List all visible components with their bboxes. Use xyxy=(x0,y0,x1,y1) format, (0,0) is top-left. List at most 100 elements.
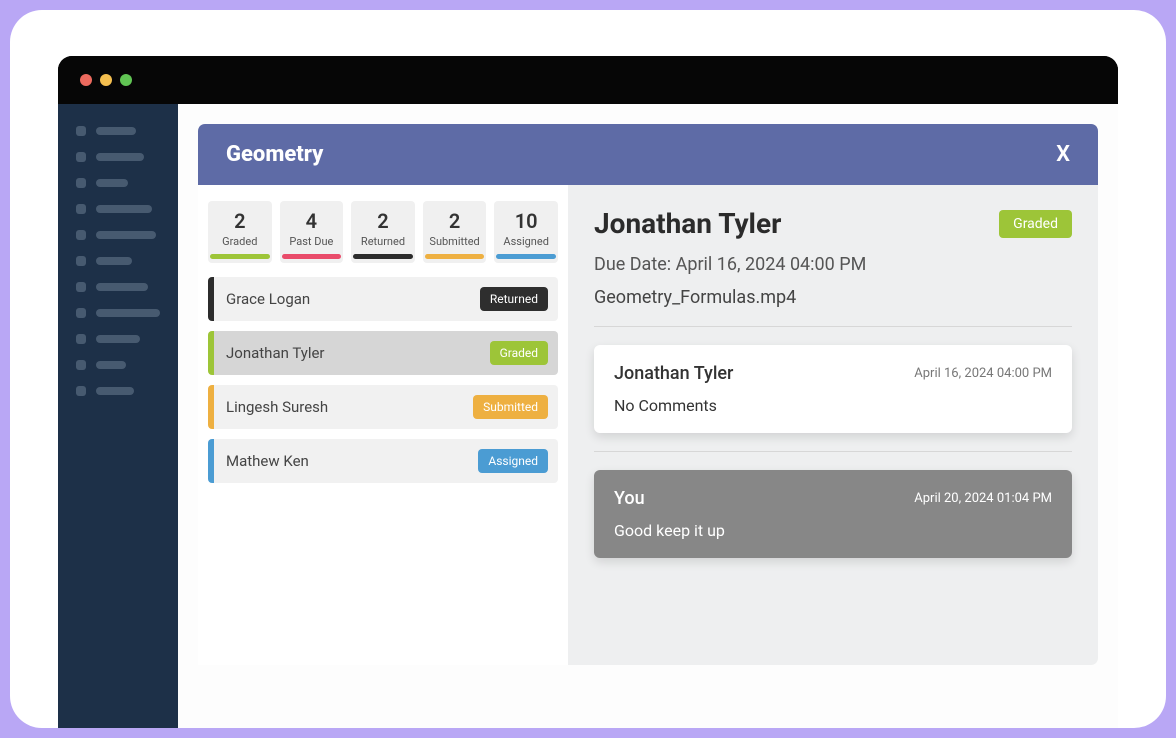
student-name: Jonathan Tyler xyxy=(214,344,490,362)
close-panel-button[interactable]: X xyxy=(1056,142,1070,167)
comment-card: Jonathan Tyler April 16, 2024 04:00 PM No … xyxy=(594,345,1072,433)
student-status-badge: Graded xyxy=(490,341,548,365)
sidebar-item[interactable] xyxy=(76,256,160,266)
nav-label-placeholder xyxy=(96,309,160,317)
comments-thread: Jonathan Tyler April 16, 2024 04:00 PM No … xyxy=(594,345,1072,558)
stat-card[interactable]: 2 Graded xyxy=(208,201,272,263)
panel-body: 2 Graded 4 Past Due 2 Returned 2 Submitted 10 Ass… xyxy=(198,185,1098,665)
traffic-lights xyxy=(80,74,132,86)
detail-student-name: Jonathan Tyler xyxy=(594,207,781,240)
stat-underline xyxy=(425,254,485,259)
comment-body: Good keep it up xyxy=(614,521,1052,540)
nav-icon xyxy=(76,230,86,240)
nav-icon xyxy=(76,282,86,292)
student-row[interactable]: Lingesh SureshSubmitted xyxy=(208,385,558,429)
nav-label-placeholder xyxy=(96,335,140,343)
app-body: Geometry X 2 Graded 4 Past Due 2 Returned 2 Sub… xyxy=(58,104,1118,728)
student-name: Mathew Ken xyxy=(214,452,478,470)
stat-label: Assigned xyxy=(496,235,556,248)
nav-label-placeholder xyxy=(96,361,126,369)
comment-author: Jonathan Tyler xyxy=(614,363,733,384)
sidebar-item[interactable] xyxy=(76,204,160,214)
stat-count: 2 xyxy=(210,209,270,233)
nav-icon xyxy=(76,334,86,344)
student-list-panel: 2 Graded 4 Past Due 2 Returned 2 Submitted 10 Ass… xyxy=(198,185,568,665)
stat-count: 2 xyxy=(353,209,413,233)
stat-card[interactable]: 4 Past Due xyxy=(280,201,344,263)
student-row[interactable]: Mathew KenAssigned xyxy=(208,439,558,483)
divider xyxy=(594,451,1072,452)
panel-header: Geometry X xyxy=(198,124,1098,185)
sidebar-item[interactable] xyxy=(76,152,160,162)
stat-label: Graded xyxy=(210,235,270,248)
minimize-window-icon[interactable] xyxy=(100,74,112,86)
stat-label: Past Due xyxy=(282,235,342,248)
comment-timestamp: April 16, 2024 04:00 PM xyxy=(914,366,1052,381)
stat-underline xyxy=(496,254,556,259)
student-name: Grace Logan xyxy=(214,290,480,308)
sidebar-item[interactable] xyxy=(76,282,160,292)
divider xyxy=(594,326,1072,327)
student-row[interactable]: Jonathan TylerGraded xyxy=(208,331,558,375)
comment-header: Jonathan Tyler April 16, 2024 04:00 PM xyxy=(614,363,1052,384)
main-content: Geometry X 2 Graded 4 Past Due 2 Returned 2 Sub… xyxy=(178,104,1118,728)
stat-label: Returned xyxy=(353,235,413,248)
sidebar-item[interactable] xyxy=(76,178,160,188)
stat-count: 4 xyxy=(282,209,342,233)
comment-card: You April 20, 2024 01:04 PM Good keep it u… xyxy=(594,470,1072,558)
sidebar xyxy=(58,104,178,728)
student-row[interactable]: Grace LoganReturned xyxy=(208,277,558,321)
student-list: Grace LoganReturned Jonathan TylerGraded L… xyxy=(208,277,558,483)
window-titlebar xyxy=(58,56,1118,104)
sidebar-item[interactable] xyxy=(76,230,160,240)
sidebar-item[interactable] xyxy=(76,360,160,370)
nav-label-placeholder xyxy=(96,231,156,239)
stat-underline xyxy=(353,254,413,259)
nav-label-placeholder xyxy=(96,205,152,213)
stat-card[interactable]: 2 Submitted xyxy=(423,201,487,263)
student-status-badge: Returned xyxy=(480,287,548,311)
detail-header: Jonathan Tyler Graded xyxy=(594,207,1072,240)
stat-label: Submitted xyxy=(425,235,485,248)
device-frame: Geometry X 2 Graded 4 Past Due 2 Returned 2 Sub… xyxy=(10,10,1166,728)
nav-icon xyxy=(76,178,86,188)
student-status-badge: Assigned xyxy=(478,449,548,473)
nav-label-placeholder xyxy=(96,179,128,187)
attachment-filename[interactable]: Geometry_Formulas.mp4 xyxy=(594,287,1072,308)
nav-label-placeholder xyxy=(96,127,136,135)
comment-body: No Comments xyxy=(614,396,1052,415)
nav-label-placeholder xyxy=(96,153,144,161)
submission-detail-panel: Jonathan Tyler Graded Due Date: April 16… xyxy=(568,185,1098,665)
close-window-icon[interactable] xyxy=(80,74,92,86)
due-date-text: Due Date: April 16, 2024 04:00 PM xyxy=(594,254,1072,275)
comment-author: You xyxy=(614,488,645,509)
nav-icon xyxy=(76,126,86,136)
maximize-window-icon[interactable] xyxy=(120,74,132,86)
nav-label-placeholder xyxy=(96,387,134,395)
stat-card[interactable]: 2 Returned xyxy=(351,201,415,263)
sidebar-item[interactable] xyxy=(76,126,160,136)
nav-icon xyxy=(76,256,86,266)
panel-title: Geometry xyxy=(226,142,323,167)
sidebar-item[interactable] xyxy=(76,308,160,318)
stat-count: 2 xyxy=(425,209,485,233)
nav-icon xyxy=(76,308,86,318)
nav-label-placeholder xyxy=(96,257,132,265)
nav-icon xyxy=(76,152,86,162)
student-status-badge: Submitted xyxy=(473,395,548,419)
sidebar-item[interactable] xyxy=(76,386,160,396)
stat-card[interactable]: 10 Assigned xyxy=(494,201,558,263)
student-name: Lingesh Suresh xyxy=(214,398,473,416)
nav-icon xyxy=(76,360,86,370)
nav-icon xyxy=(76,204,86,214)
comment-header: You April 20, 2024 01:04 PM xyxy=(614,488,1052,509)
nav-icon xyxy=(76,386,86,396)
stat-count: 10 xyxy=(496,209,556,233)
sidebar-item[interactable] xyxy=(76,334,160,344)
app-window: Geometry X 2 Graded 4 Past Due 2 Returned 2 Sub… xyxy=(58,56,1118,728)
detail-status-badge: Graded xyxy=(999,210,1072,238)
stat-underline xyxy=(210,254,270,259)
stat-underline xyxy=(282,254,342,259)
comment-timestamp: April 20, 2024 01:04 PM xyxy=(914,491,1052,506)
nav-label-placeholder xyxy=(96,283,148,291)
